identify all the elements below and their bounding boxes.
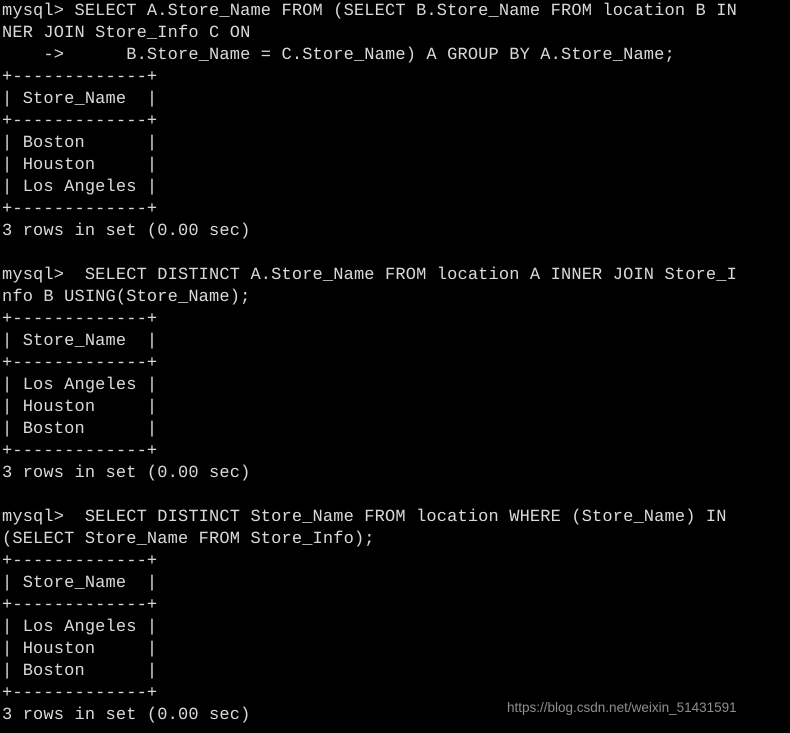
table-border-top: +-------------+ [2, 552, 158, 571]
table-row: | Los Angeles | [2, 618, 158, 637]
table-border-bottom: +-------------+ [2, 442, 158, 461]
table-border-bottom: +-------------+ [2, 200, 158, 219]
table-row: | Boston | [2, 420, 158, 439]
terminal-window[interactable]: mysql> SELECT A.Store_Name FROM (SELECT … [0, 0, 790, 733]
table-header-row: | Store_Name | [2, 574, 158, 593]
table-border-top: +-------------+ [2, 68, 158, 87]
terminal-line: NER JOIN Store_Info C ON [2, 24, 251, 43]
terminal-line: -> B.Store_Name = C.Store_Name) A GROUP … [2, 46, 675, 65]
table-row: | Boston | [2, 134, 158, 153]
table-border-mid: +-------------+ [2, 596, 158, 615]
table-header-row: | Store_Name | [2, 90, 158, 109]
result-status: 3 rows in set (0.00 sec) [2, 464, 251, 483]
table-row: | Los Angeles | [2, 178, 158, 197]
table-border-top: +-------------+ [2, 310, 158, 329]
terminal-line: mysql> SELECT A.Store_Name FROM (SELECT … [2, 2, 737, 21]
watermark-text: https://blog.csdn.net/weixin_51431591 [507, 700, 737, 715]
table-row: | Los Angeles | [2, 376, 158, 395]
table-header-row: | Store_Name | [2, 332, 158, 351]
result-status: 3 rows in set (0.00 sec) [2, 222, 251, 241]
table-border-mid: +-------------+ [2, 354, 158, 373]
terminal-line: mysql> SELECT DISTINCT A.Store_Name FROM… [2, 266, 737, 285]
table-row: | Boston | [2, 662, 158, 681]
terminal-line: nfo B USING(Store_Name); [2, 288, 251, 307]
table-row: | Houston | [2, 156, 158, 175]
table-row: | Houston | [2, 398, 158, 417]
table-row: | Houston | [2, 640, 158, 659]
terminal-line: (SELECT Store_Name FROM Store_Info); [2, 530, 375, 549]
terminal-line: mysql> SELECT DISTINCT Store_Name FROM l… [2, 508, 727, 527]
table-border-mid: +-------------+ [2, 112, 158, 131]
